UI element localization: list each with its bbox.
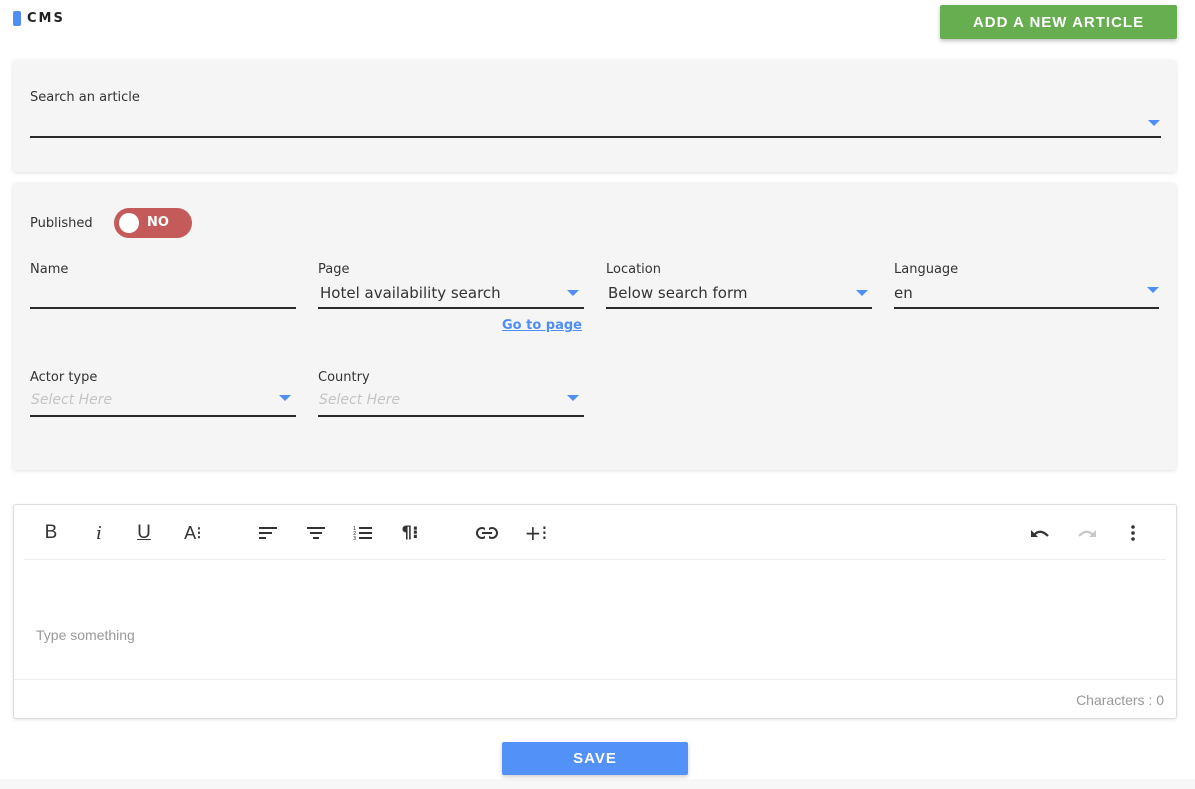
page-label: Page [318, 262, 350, 277]
character-count: Characters : 0 [1076, 692, 1164, 708]
country-label: Country [318, 370, 370, 385]
page-dropdown-caret-icon [567, 290, 579, 296]
more-options-icon[interactable] [1126, 521, 1140, 545]
country-placeholder: Select Here [319, 392, 401, 408]
brand: CMS [13, 11, 65, 26]
language-dropdown-caret-icon [1147, 287, 1159, 293]
editor-toolbar: B i U A⁝ 123 ¶⁝ +⁝ [14, 505, 1176, 560]
ordered-list-icon[interactable]: 123 [352, 521, 374, 545]
brand-title: CMS [27, 11, 65, 26]
font-size-icon[interactable]: A⁝ [180, 521, 206, 545]
published-toggle[interactable]: NO [114, 208, 192, 238]
svg-text:3: 3 [353, 536, 356, 541]
add-article-button[interactable]: ADD A NEW ARTICLE [940, 5, 1177, 39]
actor-type-placeholder: Select Here [31, 392, 113, 408]
paragraph-icon[interactable]: ¶⁝ [398, 521, 422, 545]
bottom-strip [0, 779, 1195, 789]
redo-icon[interactable] [1076, 521, 1098, 545]
location-dropdown-caret-icon [856, 290, 868, 296]
brand-logo-icon [13, 11, 21, 26]
page-value: Hotel availability search [320, 284, 501, 302]
search-dropdown-caret-icon[interactable] [1148, 120, 1160, 126]
actor-type-dropdown-caret-icon [279, 395, 291, 401]
italic-icon[interactable]: i [91, 521, 107, 545]
editor-placeholder: Type something [36, 627, 135, 643]
search-card: Search an article [13, 60, 1176, 172]
editor-footer-divider [14, 679, 1176, 680]
undo-icon[interactable] [1029, 521, 1051, 545]
page-select[interactable]: Hotel availability search [318, 281, 584, 307]
country-select[interactable]: Select Here [318, 389, 584, 415]
editor-content-area[interactable] [24, 563, 1166, 675]
toggle-knob [119, 213, 139, 233]
underline-icon[interactable]: U [135, 521, 153, 545]
name-input[interactable] [30, 281, 296, 307]
language-select[interactable]: en [894, 281, 1159, 307]
location-value: Below search form [608, 284, 748, 302]
search-label: Search an article [30, 90, 140, 105]
actor-type-label: Actor type [30, 370, 98, 385]
align-left-icon[interactable] [258, 521, 278, 545]
page-underline [318, 307, 584, 309]
insert-icon[interactable]: +⁝ [523, 521, 549, 545]
article-form-card: Published NO Name Page Hotel availabilit… [13, 183, 1176, 470]
published-label: Published [30, 216, 93, 231]
name-label: Name [30, 262, 69, 277]
search-input[interactable] [30, 110, 1161, 138]
align-center-icon[interactable] [306, 521, 326, 545]
country-dropdown-caret-icon [567, 395, 579, 401]
actor-type-underline [30, 415, 296, 417]
country-underline [318, 415, 584, 417]
link-icon[interactable] [475, 521, 499, 545]
rich-text-editor: B i U A⁝ 123 ¶⁝ +⁝ Type something Charac… [13, 504, 1177, 719]
language-label: Language [894, 262, 959, 277]
language-underline [894, 307, 1159, 309]
name-underline [30, 307, 296, 309]
location-select[interactable]: Below search form [606, 281, 872, 307]
location-label: Location [606, 262, 661, 277]
search-underline [30, 136, 1161, 138]
actor-type-select[interactable]: Select Here [30, 389, 296, 415]
location-underline [606, 307, 872, 309]
save-button[interactable]: SAVE [502, 742, 688, 775]
toggle-state: NO [147, 215, 169, 230]
language-value: en [894, 284, 913, 302]
bold-icon[interactable]: B [42, 521, 60, 545]
toolbar-divider [24, 559, 1166, 560]
go-to-page-link[interactable]: Go to page [502, 318, 582, 333]
